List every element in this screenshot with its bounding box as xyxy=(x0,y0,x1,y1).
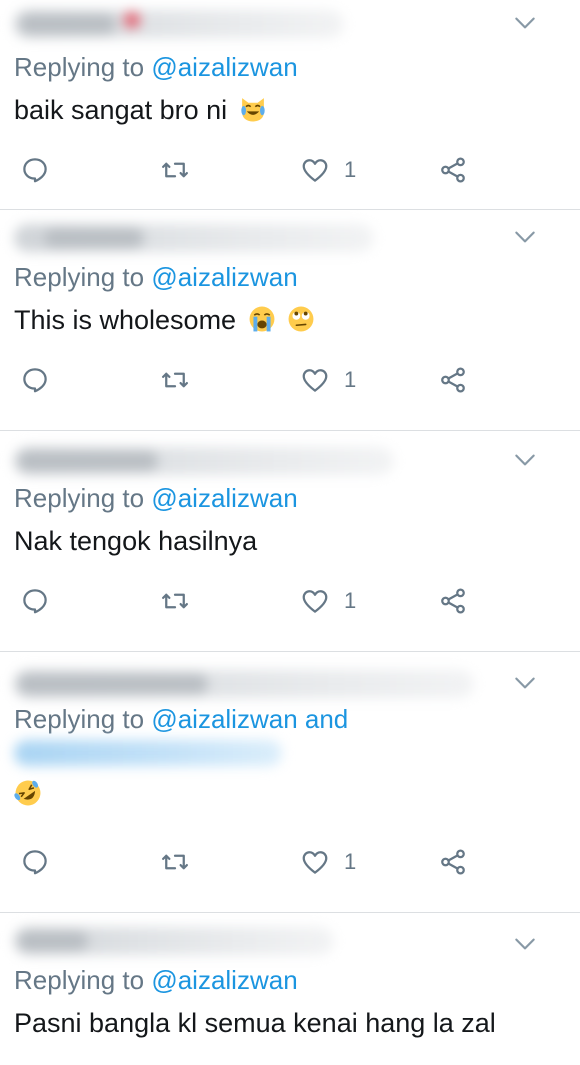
reply-button[interactable] xyxy=(20,581,50,621)
retweet-button[interactable] xyxy=(160,581,190,621)
heart-icon xyxy=(302,369,328,392)
tweet-header xyxy=(14,0,566,50)
reply-tweet[interactable]: Replying to @aizalizwan Nak tengok hasil… xyxy=(0,431,580,652)
mention-suffix: and xyxy=(297,704,349,734)
reply-button[interactable] xyxy=(20,842,50,882)
retweet-icon xyxy=(162,372,188,388)
share-icon xyxy=(441,367,465,393)
rolling-eyes-emoji xyxy=(288,306,314,332)
replying-to-line: Replying to @aizalizwan and xyxy=(14,702,566,736)
tweet-text-content: Nak tengok hasilnya xyxy=(14,526,258,556)
share-button[interactable] xyxy=(438,581,468,621)
tweet-text-content: This is wholesome xyxy=(14,305,237,335)
heart-icon xyxy=(302,851,328,874)
reply-bubble-icon xyxy=(23,158,47,183)
replying-to-label: Replying to xyxy=(14,52,152,82)
like-button[interactable]: 1 xyxy=(300,581,356,621)
tweet-header xyxy=(14,431,566,481)
replies-feed: Replying to @aizalizwan baik sangat bro … xyxy=(0,0,580,1065)
tweet-header xyxy=(14,210,566,260)
tweet-actions: 1 xyxy=(14,360,566,400)
share-button[interactable] xyxy=(438,842,468,882)
blurred-author-name xyxy=(14,224,374,252)
joy-cat-emoji xyxy=(240,98,265,122)
reply-bubble-icon xyxy=(23,589,47,614)
reply-tweet[interactable]: Replying to @aizalizwan and 1 xyxy=(0,652,580,913)
chevron-down-icon[interactable] xyxy=(502,660,548,706)
tweet-text: Nak tengok hasilnya xyxy=(14,523,566,559)
share-button[interactable] xyxy=(438,360,468,400)
reply-bubble-icon xyxy=(23,850,47,875)
tweet-header xyxy=(14,913,566,963)
heart-icon xyxy=(302,159,328,182)
heart-icon xyxy=(302,590,328,613)
mention-link[interactable]: @aizalizwan xyxy=(151,52,297,82)
tweet-text-content: baik sangat bro ni xyxy=(14,95,228,125)
share-icon xyxy=(441,157,465,183)
like-count: 1 xyxy=(344,588,357,613)
tweet-text xyxy=(14,776,566,812)
chevron-down-icon[interactable] xyxy=(502,214,548,260)
retweet-button[interactable] xyxy=(160,360,190,400)
replying-to-line: Replying to @aizalizwan xyxy=(14,260,566,294)
replying-to-line: Replying to @aizalizwan xyxy=(14,963,566,997)
share-icon xyxy=(441,588,465,614)
mention-link[interactable]: @aizalizwan xyxy=(151,483,297,513)
chevron-down-icon[interactable] xyxy=(502,437,548,483)
mention-link[interactable]: @aizalizwan xyxy=(151,704,297,734)
replying-to-label: Replying to xyxy=(14,483,152,513)
reply-tweet[interactable]: Replying to @aizalizwan baik sangat bro … xyxy=(0,0,580,210)
share-icon xyxy=(441,849,465,875)
rofl-emoji xyxy=(14,780,41,806)
loudly-crying-emoji xyxy=(249,306,275,332)
tweet-header xyxy=(14,652,566,702)
like-count: 1 xyxy=(344,367,357,392)
blurred-author-name xyxy=(14,927,334,955)
mention-link[interactable]: @aizalizwan xyxy=(151,262,297,292)
replying-to-label: Replying to xyxy=(14,965,152,995)
replying-to-line: Replying to @aizalizwan xyxy=(14,50,566,84)
like-button[interactable]: 1 xyxy=(300,360,356,400)
tweet-text-content: Pasni bangla kl semua kenai hang la zal xyxy=(14,1008,496,1038)
retweet-button[interactable] xyxy=(160,150,190,190)
retweet-icon xyxy=(162,162,188,178)
tweet-actions: 1 xyxy=(14,581,566,621)
mention-link[interactable]: @aizalizwan xyxy=(151,965,297,995)
like-button[interactable]: 1 xyxy=(300,150,356,190)
share-button[interactable] xyxy=(438,150,468,190)
retweet-icon xyxy=(162,854,188,870)
blurred-second-mention xyxy=(14,740,282,766)
tweet-actions: 1 xyxy=(14,150,566,190)
blurred-author-name xyxy=(14,447,394,475)
retweet-button[interactable] xyxy=(160,842,190,882)
reply-button[interactable] xyxy=(20,360,50,400)
tweet-text: baik sangat bro ni xyxy=(14,92,566,128)
reply-bubble-icon xyxy=(23,368,47,393)
blurred-author-name xyxy=(14,670,474,698)
reply-tweet[interactable]: Replying to @aizalizwan Pasni bangla kl … xyxy=(0,913,580,1065)
retweet-icon xyxy=(162,593,188,609)
tweet-actions: 1 xyxy=(14,842,566,882)
reply-button[interactable] xyxy=(20,150,50,190)
replying-to-label: Replying to xyxy=(14,262,152,292)
blurred-author-name xyxy=(14,10,344,38)
like-count: 1 xyxy=(344,157,357,182)
replying-to-label: Replying to xyxy=(14,704,152,734)
tweet-text: Pasni bangla kl semua kenai hang la zal xyxy=(14,1005,566,1041)
tweet-text: This is wholesome xyxy=(14,302,566,338)
replying-to-line: Replying to @aizalizwan xyxy=(14,481,566,515)
chevron-down-icon[interactable] xyxy=(502,921,548,967)
reply-tweet[interactable]: Replying to @aizalizwan This is wholesom… xyxy=(0,210,580,431)
like-count: 1 xyxy=(344,849,357,874)
like-button[interactable]: 1 xyxy=(300,842,356,882)
chevron-down-icon[interactable] xyxy=(502,0,548,46)
